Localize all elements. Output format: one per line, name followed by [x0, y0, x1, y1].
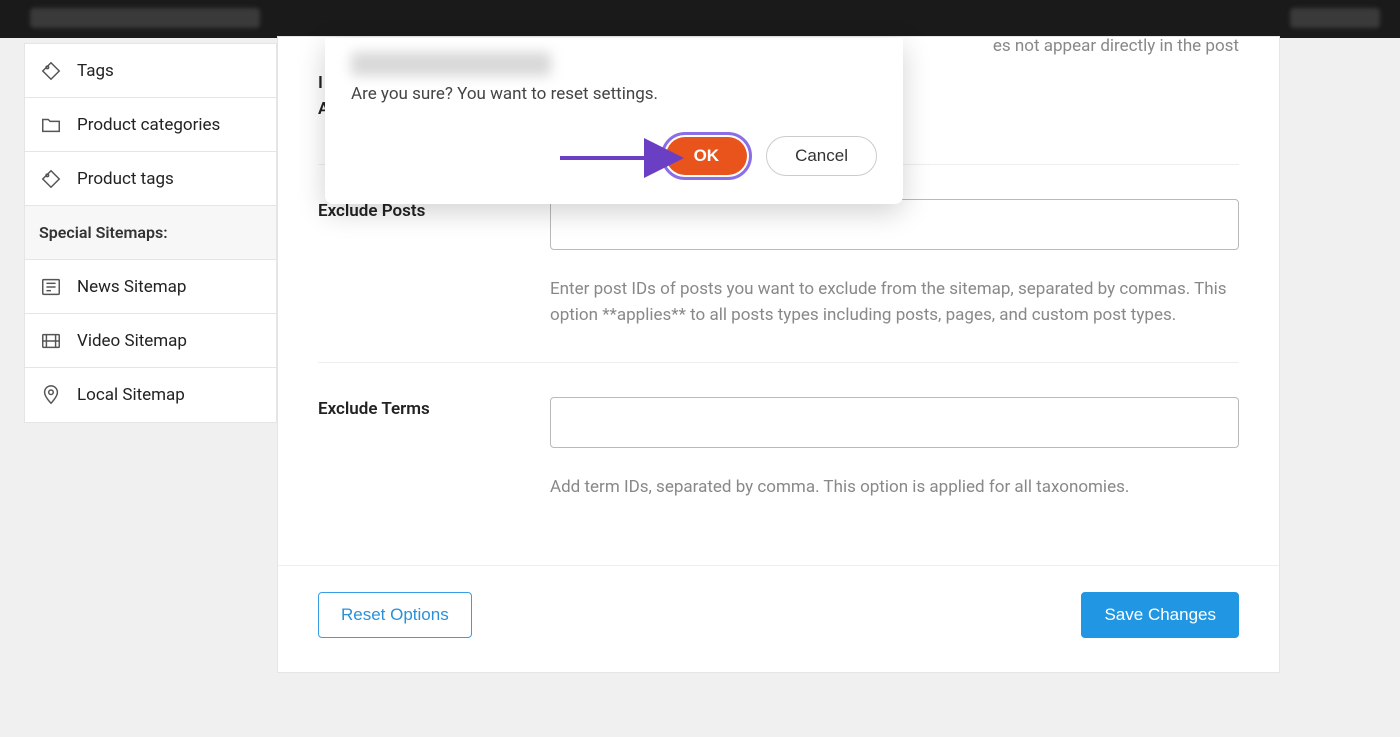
- news-icon: [39, 275, 63, 299]
- settings-sidebar: Tags Product categories Product tags Spe…: [24, 43, 277, 423]
- video-icon: [39, 329, 63, 353]
- sidebar-item-label: News Sitemap: [77, 277, 186, 297]
- exclude-posts-label: Exclude Posts: [318, 199, 550, 329]
- sidebar-section-label: Special Sitemaps:: [39, 223, 168, 242]
- sidebar-item-label: Video Sitemap: [77, 331, 187, 351]
- sidebar-item-label: Product categories: [77, 115, 220, 135]
- confirm-reset-dialog: Are you sure? You want to reset settings…: [325, 38, 903, 204]
- exclude-posts-input[interactable]: [550, 199, 1239, 250]
- pin-icon: [39, 383, 63, 407]
- sidebar-item-video-sitemap[interactable]: Video Sitemap: [25, 314, 276, 368]
- topbar-left-blur: [30, 8, 260, 28]
- tag-icon: [39, 59, 63, 83]
- topbar-right-blur: [1290, 8, 1380, 28]
- exclude-posts-desc: Enter post IDs of posts you want to excl…: [550, 276, 1239, 329]
- sidebar-item-label: Product tags: [77, 169, 174, 189]
- cancel-button[interactable]: Cancel: [766, 136, 877, 176]
- row-exclude-terms: Exclude Terms Add term IDs, separated by…: [318, 363, 1239, 534]
- dialog-message: Are you sure? You want to reset settings…: [351, 84, 877, 104]
- tag-icon: [39, 167, 63, 191]
- panel-footer: Reset Options Save Changes: [278, 565, 1279, 672]
- exclude-terms-desc: Add term IDs, separated by comma. This o…: [550, 474, 1239, 500]
- ok-button[interactable]: OK: [666, 137, 748, 175]
- sidebar-item-news-sitemap[interactable]: News Sitemap: [25, 260, 276, 314]
- dialog-actions: OK Cancel: [351, 132, 877, 180]
- ok-button-highlight: OK: [661, 132, 753, 180]
- dialog-title-blur: [351, 52, 551, 76]
- sidebar-item-tags[interactable]: Tags: [25, 44, 276, 98]
- reset-options-button[interactable]: Reset Options: [318, 592, 472, 638]
- sidebar-item-product-categories[interactable]: Product categories: [25, 98, 276, 152]
- sidebar-section-special: Special Sitemaps:: [25, 206, 276, 260]
- folder-icon: [39, 113, 63, 137]
- sidebar-item-local-sitemap[interactable]: Local Sitemap: [25, 368, 276, 422]
- save-changes-button[interactable]: Save Changes: [1081, 592, 1239, 638]
- exclude-terms-label: Exclude Terms: [318, 397, 550, 500]
- sidebar-item-label: Tags: [77, 61, 114, 81]
- sidebar-item-label: Local Sitemap: [77, 385, 185, 405]
- sidebar-item-product-tags[interactable]: Product tags: [25, 152, 276, 206]
- exclude-terms-input[interactable]: [550, 397, 1239, 448]
